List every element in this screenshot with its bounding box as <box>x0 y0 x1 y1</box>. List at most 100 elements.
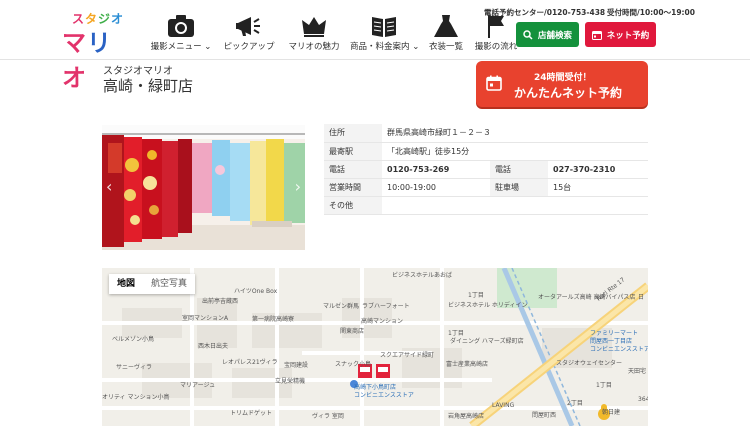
map-label: 2丁目 <box>567 400 583 407</box>
parking-label: 駐車場 <box>490 178 548 197</box>
cta-subtext: 24時間受付！ <box>534 73 592 83</box>
map-label: スナック小鳥 <box>335 361 372 368</box>
nav-label: マリオの魅力 <box>288 42 340 52</box>
nav-shooting-menu[interactable]: 撮影メニュー ⌄ <box>150 14 212 56</box>
easy-net-reserve-cta[interactable]: 24時間受付！ かんたんネット予約 <box>476 61 648 107</box>
map-label: ヴィラ 室岡 <box>312 413 344 420</box>
store-photo: ‹ › <box>102 125 305 250</box>
nav-label: ピックアップ <box>223 42 275 52</box>
station-label: 最寄駅 <box>324 142 382 161</box>
map-label: 日 <box>638 294 645 301</box>
address-value: 群馬県高崎市緑町１－２－３ <box>382 124 648 143</box>
studio-mario-logo[interactable]: スタジオ マリオ <box>62 10 134 92</box>
net-reserve-button[interactable]: ネット予約 <box>585 22 656 47</box>
table-row: 電話 0120-753-269 電話 027-370-2310 <box>324 160 648 179</box>
map-label: コンビニエンスストア <box>354 392 414 399</box>
map-tab-map[interactable]: 地図 <box>109 274 143 294</box>
photo-next-arrow[interactable]: › <box>295 177 301 196</box>
map-label: 高崎マンション <box>361 318 404 325</box>
map-label: 宝岡建設 <box>284 362 309 369</box>
google-map[interactable]: 地図 航空写真 ビジネスホテルあおば ハイツOne Box 出前亭吉蔵西 室岡マ… <box>102 268 648 426</box>
nav-appeal[interactable]: マリオの魅力 <box>286 14 342 56</box>
map-label: 関東商店 <box>340 328 365 335</box>
map-label: ビジネスホテルあおば <box>392 272 453 279</box>
map-label: 天田宅 <box>628 368 647 375</box>
store-info-table: 住所 群馬県高崎市緑町１－２－３ 最寄駅 「北高崎駅」徒歩15分 電話 0120… <box>324 124 648 215</box>
calendar-icon <box>591 30 602 40</box>
map-label: ビジネスホテル ホリディイン <box>448 302 528 309</box>
photo-prev-arrow[interactable]: ‹ <box>106 177 112 196</box>
tel2-label: 電話 <box>490 160 548 179</box>
map-label: コンビニエンスストア <box>590 346 648 353</box>
map-label: ハイツOne Box <box>234 288 278 295</box>
station-value: 「北高崎駅」徒歩15分 <box>382 142 648 161</box>
parking-value: 15台 <box>548 178 648 197</box>
map-label: 問屋町西 <box>532 412 557 419</box>
nav-pickup[interactable]: ピックアップ <box>223 14 275 56</box>
megaphone-icon <box>236 17 260 36</box>
map-label: 出前亭吉蔵西 <box>202 298 239 305</box>
store-search-button[interactable]: 店舗検索 <box>516 22 579 47</box>
other-value <box>382 196 648 215</box>
map-label: 第一病院高崎寮 <box>252 316 295 323</box>
logo-char: リ <box>87 29 112 57</box>
map-label: オータアールズ高崎 高崎バイパス店 <box>538 294 636 301</box>
map-label: マルゼン群馬 <box>323 303 360 310</box>
nav-label: 撮影メニュー <box>150 42 202 52</box>
hours-label: 営業時間 <box>324 178 382 197</box>
map-label: 1丁目 <box>596 382 612 389</box>
costume-rack-image <box>102 125 305 250</box>
map-label: 岩角屋高崎店 <box>448 413 485 420</box>
tel2-value[interactable]: 027-370-2310 <box>548 160 648 179</box>
nav-products-pricing[interactable]: 商品・料金案内 ⌄ <box>350 14 420 56</box>
hours-value: 10:00-19:00 <box>382 178 490 197</box>
table-row: 営業時間 10:00-19:00 駐車場 15台 <box>324 178 648 197</box>
map-label: トリムドゲット <box>230 410 273 417</box>
table-row: 最寄駅 「北高崎駅」徒歩15分 <box>324 142 648 161</box>
map-label: マリアージュ <box>180 382 216 389</box>
phone-center-info: 電話予約センター/0120-753-438 <box>484 8 606 17</box>
net-reserve-label: ネット予約 <box>606 30 650 41</box>
map-label: 室岡マンションA <box>182 315 229 322</box>
map-label: LAVING <box>492 402 515 409</box>
map-label: スクエアサイド緑町 <box>380 352 435 359</box>
table-row: 住所 群馬県高崎市緑町１－２－３ <box>324 124 648 143</box>
map-label: ダイニング ハマーズ緑町店 <box>450 338 524 345</box>
map-label: ベルメゾン小鳥 <box>112 336 155 343</box>
tel1-value[interactable]: 0120-753-269 <box>382 160 490 179</box>
map-label: オリティ マンション小鳥 <box>102 394 170 401</box>
chevron-down-icon: ⌄ <box>412 42 420 52</box>
nav-label: 商品・料金案内 <box>350 42 410 52</box>
nav-label: 衣装一覧 <box>428 42 463 52</box>
nav-flow[interactable]: 撮影の流れ <box>474 14 518 56</box>
map-label: レオパレス21ヴィラ <box>222 359 278 366</box>
table-row: その他 <box>324 196 648 215</box>
cta-text: かんたんネット予約 <box>514 86 623 100</box>
search-icon <box>523 29 533 40</box>
reception-hours-info: 受付時間/10:00～19:00 <box>607 8 695 17</box>
nav-costumes[interactable]: 衣装一覧 <box>427 14 465 56</box>
book-icon <box>372 17 396 37</box>
map-label: サニーヴィラ <box>116 364 153 371</box>
map-label: 富士産業高崎店 <box>446 361 489 368</box>
map-label: 1丁目 <box>448 330 464 337</box>
logo-char: オ <box>62 64 87 92</box>
store-search-label: 店舗検索 <box>537 30 572 41</box>
camera-icon <box>168 15 194 37</box>
logo-char: マ <box>62 29 87 57</box>
site-header: スタジオ マリオ 撮影メニュー ⌄ ピックアップ マリオの魅力 商品・料金案内 … <box>0 0 750 92</box>
nav-label: 撮影の流れ <box>474 42 518 52</box>
map-label: 西木日出夫 <box>198 343 229 350</box>
page-title: 高崎・緑町店 <box>103 77 194 95</box>
map-label: 1丁目 <box>468 292 484 299</box>
other-label: その他 <box>324 196 382 215</box>
map-tab-satellite[interactable]: 航空写真 <box>143 274 195 294</box>
map-label: スタジオウェイセンター <box>556 360 623 367</box>
map-label: 立見栄精機 <box>275 378 306 385</box>
map-label: 364 <box>638 396 648 403</box>
map-label: ラブハーフォート <box>362 303 410 310</box>
tel1-label: 電話 <box>324 160 382 179</box>
map-type-toggle: 地図 航空写真 <box>109 274 196 294</box>
calendar-icon <box>486 75 502 91</box>
dress-icon <box>434 15 458 37</box>
